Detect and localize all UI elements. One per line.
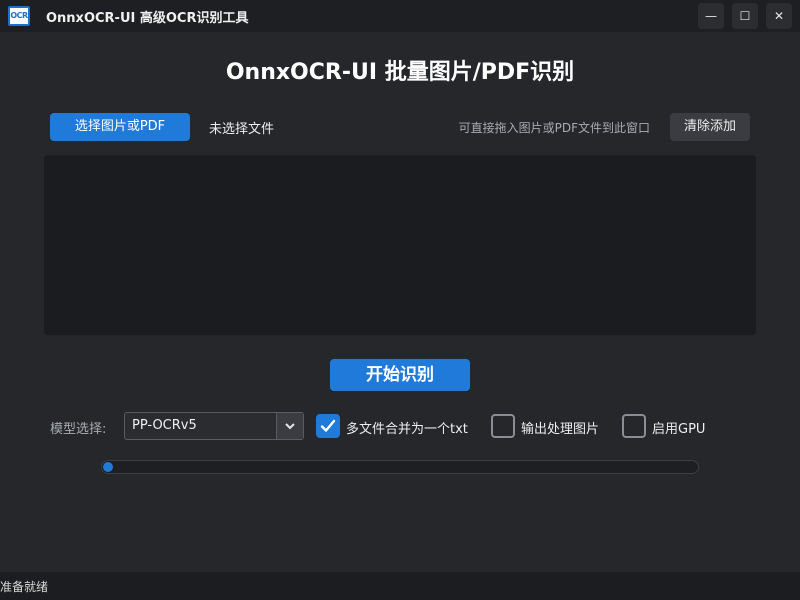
title-bar: OCR OnnxOCR-UI 高级OCR识别工具 — ☐ ✕ (0, 0, 800, 32)
model-label: 模型选择: (50, 422, 107, 437)
progress-bar (101, 460, 699, 474)
use-gpu-label[interactable]: 启用GPU (652, 418, 705, 437)
maximize-button[interactable]: ☐ (732, 3, 758, 29)
checkmark-icon (320, 419, 336, 432)
merge-txt-label[interactable]: 多文件合并为一个txt (346, 418, 468, 437)
chevron-down-icon[interactable] (276, 413, 303, 439)
output-images-label[interactable]: 输出处理图片 (521, 418, 599, 437)
status-text: 准备就绪 (0, 580, 49, 594)
ocr-app-icon: OCR (8, 6, 30, 26)
merge-txt-checkbox[interactable] (316, 414, 340, 438)
model-select-value: PP-OCRv5 (132, 418, 197, 433)
progress-fill (103, 462, 113, 472)
page-title: OnnxOCR-UI 批量图片/PDF识别 (225, 60, 575, 85)
select-files-button[interactable]: 选择图片或PDF (50, 113, 190, 141)
start-recognition-button[interactable]: 开始识别 (330, 359, 470, 391)
drop-hint-text: 可直接拖入图片或PDF文件到此窗口 (458, 121, 650, 135)
close-icon: ✕ (773, 9, 785, 23)
app-window: OCR OnnxOCR-UI 高级OCR识别工具 — ☐ ✕ OnnxOCR-U… (0, 0, 800, 600)
use-gpu-checkbox[interactable] (622, 414, 646, 438)
model-select[interactable]: PP-OCRv5 (124, 412, 304, 440)
close-button[interactable]: ✕ (766, 3, 792, 29)
output-images-checkbox[interactable] (491, 414, 515, 438)
clear-files-button[interactable]: 清除添加 (670, 113, 750, 141)
file-drop-area[interactable] (44, 155, 756, 335)
minimize-icon: — (705, 9, 717, 23)
file-status-label: 未选择文件 (209, 122, 275, 137)
maximize-icon: ☐ (739, 9, 751, 23)
minimize-button[interactable]: — (698, 3, 724, 29)
window-title: OnnxOCR-UI 高级OCR识别工具 (46, 11, 249, 26)
status-bar: 准备就绪 (0, 572, 800, 600)
